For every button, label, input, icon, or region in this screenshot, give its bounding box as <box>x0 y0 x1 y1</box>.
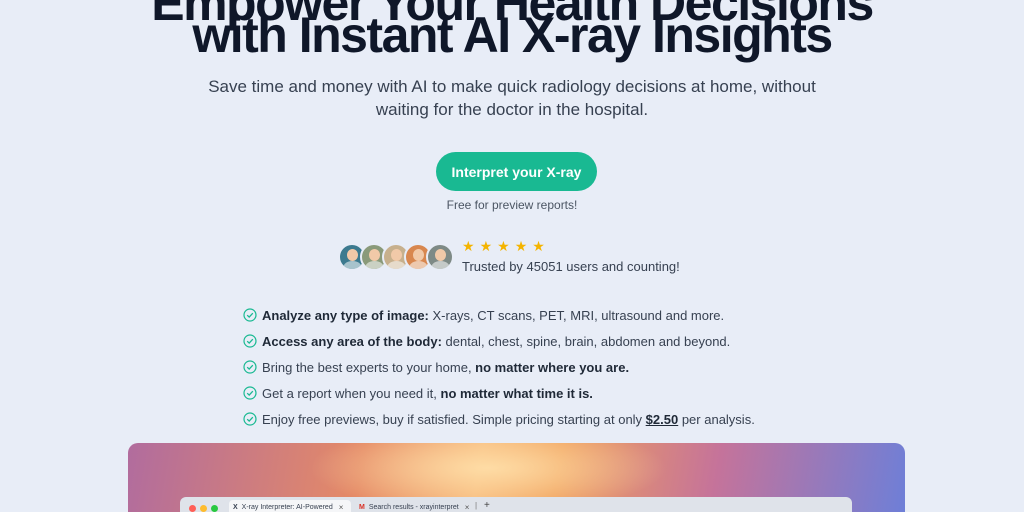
feature-text: Bring the best experts to your home, <box>262 359 476 375</box>
check-circle-icon <box>243 386 257 400</box>
interpret-xray-button[interactable]: Interpret your X-ray <box>436 152 597 191</box>
star-icon: ★ <box>479 238 493 254</box>
landing-page: Empower Your Health Decisions with Insta… <box>0 0 1024 512</box>
user-avatars <box>338 239 454 275</box>
feature-bold: Access any area of the body: <box>262 333 442 349</box>
star-rating: ★ ★ ★ ★ ★ <box>462 239 722 253</box>
check-circle-icon <box>243 334 257 348</box>
feature-bold: Analyze any type of image: <box>262 307 429 323</box>
feature-text: Enjoy free previews, buy if satisfied. S… <box>262 411 646 427</box>
check-circle-icon <box>243 412 257 426</box>
avatar <box>426 243 454 271</box>
page-headline: with Instant AI X-ray Insights <box>192 7 833 63</box>
close-window-dot <box>189 505 196 512</box>
close-icon: × <box>338 503 344 512</box>
tab-divider: | <box>475 501 478 510</box>
feature-text: X-rays, CT scans, PET, MRI, ultrasound a… <box>428 307 725 323</box>
star-icon: ★ <box>497 238 510 254</box>
new-tab-icon: + <box>484 500 490 511</box>
tab-title: X-ray Interpreter: AI-Powered <box>241 504 333 511</box>
list-item: Access any area of the body: dental, che… <box>243 328 755 354</box>
browser-window-preview: X X-ray Interpreter: AI-Powered × M Sear… <box>180 497 852 512</box>
browser-tab: M Search results - xrayinterpret × <box>355 500 478 512</box>
tab-favicon: X <box>233 504 238 511</box>
feature-bold: no matter where you are. <box>475 359 630 375</box>
minimize-window-dot <box>200 505 207 512</box>
check-circle-icon <box>243 360 257 374</box>
tab-favicon: M <box>359 504 365 511</box>
feature-text: per analysis. <box>678 411 755 427</box>
star-icon: ★ <box>514 238 528 254</box>
feature-text: Get a report when you need it, <box>262 385 441 401</box>
feature-bold: no matter what time it is. <box>440 385 593 401</box>
maximize-window-dot <box>211 505 218 512</box>
list-item: Get a report when you need it, no matter… <box>243 380 755 406</box>
app-preview-image: X X-ray Interpreter: AI-Powered × M Sear… <box>128 443 905 512</box>
star-icon: ★ <box>462 238 475 254</box>
trusted-by-text: Trusted by 45051 users and counting! <box>462 259 680 274</box>
price-link[interactable]: $2.50 <box>646 412 679 427</box>
browser-tab: X X-ray Interpreter: AI-Powered × <box>229 500 351 512</box>
star-icon: ★ <box>532 238 545 254</box>
list-item: Bring the best experts to your home, no … <box>243 354 755 380</box>
list-item: Analyze any type of image: X-rays, CT sc… <box>243 302 755 328</box>
feature-text: dental, chest, spine, brain, abdomen and… <box>441 333 731 349</box>
list-item: Enjoy free previews, buy if satisfied. S… <box>243 406 755 432</box>
free-preview-note: Free for preview reports! <box>446 198 578 212</box>
social-proof: ★ ★ ★ ★ ★ Trusted by 45051 users and cou… <box>338 239 680 275</box>
rating-block: ★ ★ ★ ★ ★ Trusted by 45051 users and cou… <box>462 239 722 274</box>
feature-list: Analyze any type of image: X-rays, CT sc… <box>243 302 755 432</box>
check-circle-icon <box>243 308 257 322</box>
hero-subtitle: Save time and money with AI to make quic… <box>208 77 816 119</box>
tab-title: Search results - xrayinterpret <box>368 504 459 511</box>
close-icon: × <box>464 503 470 512</box>
